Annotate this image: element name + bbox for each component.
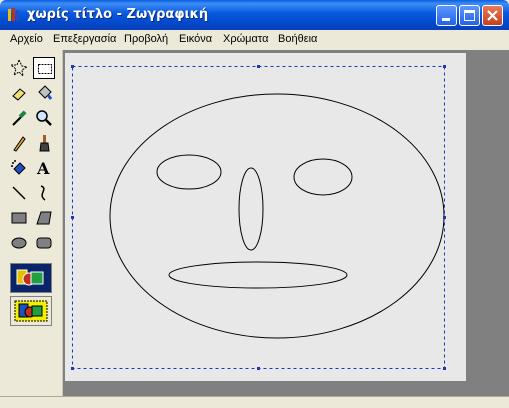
magnifier-tool[interactable] bbox=[33, 107, 55, 129]
fill-bucket-tool[interactable] bbox=[33, 82, 55, 104]
pick-color-icon bbox=[12, 110, 27, 126]
rectangle-icon bbox=[11, 212, 27, 224]
menu-view[interactable]: Προβολή bbox=[124, 33, 168, 45]
dashed-selection-rectangle[interactable] bbox=[65, 53, 466, 381]
opaque-fill-icon bbox=[14, 300, 48, 322]
rectangle-tool[interactable] bbox=[8, 207, 30, 229]
resize-handle-s bbox=[257, 367, 260, 370]
outline-fill-option[interactable] bbox=[10, 263, 52, 293]
fill-only-option[interactable] bbox=[10, 296, 52, 326]
ellipse-icon bbox=[11, 237, 27, 249]
title-bar[interactable]: χωρίς τίτλο - Ζωγραφική bbox=[0, 0, 509, 30]
rect-select-icon bbox=[38, 64, 52, 74]
polygon-icon bbox=[36, 211, 52, 225]
brush-icon bbox=[39, 135, 50, 152]
minimize-icon bbox=[442, 18, 450, 21]
text-tool[interactable]: A bbox=[33, 157, 55, 179]
svg-text:A: A bbox=[36, 159, 50, 177]
resize-handle-w bbox=[71, 216, 74, 219]
airbrush-icon bbox=[11, 160, 26, 175]
window-title: χωρίς τίτλο - Ζωγραφική bbox=[27, 7, 209, 22]
pencil-tool[interactable] bbox=[8, 132, 30, 154]
minimize-button[interactable] bbox=[436, 5, 457, 26]
maximize-icon bbox=[464, 10, 475, 21]
paint-app-icon[interactable] bbox=[5, 7, 21, 23]
polygon-tool[interactable] bbox=[33, 207, 55, 229]
line-icon bbox=[12, 186, 26, 200]
rounded-rect-icon bbox=[36, 237, 52, 249]
curve-tool[interactable] bbox=[33, 182, 55, 204]
pick-color-tool[interactable] bbox=[8, 107, 30, 129]
ellipse-tool[interactable] bbox=[8, 232, 30, 254]
maximize-button[interactable] bbox=[459, 5, 480, 26]
close-icon bbox=[487, 10, 498, 21]
menu-edit[interactable]: Επεξεργασία bbox=[53, 33, 116, 45]
eraser-icon bbox=[12, 88, 26, 101]
menu-image[interactable]: Εικόνα bbox=[179, 33, 212, 45]
menu-help[interactable]: Βοήθεια bbox=[278, 33, 317, 45]
canvas-workspace[interactable] bbox=[63, 50, 509, 396]
rect-select-tool[interactable] bbox=[33, 57, 55, 79]
fill-bucket-icon bbox=[38, 85, 53, 100]
transparent-fill-icon bbox=[16, 269, 44, 286]
rounded-rect-tool[interactable] bbox=[33, 232, 55, 254]
resize-handle-e bbox=[443, 216, 446, 219]
curve-icon bbox=[40, 185, 46, 201]
menu-colors[interactable]: Χρώματα bbox=[223, 33, 268, 45]
resize-handle-sw bbox=[71, 367, 74, 370]
resize-handle-n bbox=[257, 65, 260, 68]
text-icon: A bbox=[36, 159, 50, 177]
menu-bar: Αρχείο Επεξεργασία Προβολή Εικόνα Χρώματ… bbox=[0, 30, 509, 50]
menu-file[interactable]: Αρχείο bbox=[10, 33, 43, 45]
resize-handle-ne bbox=[443, 65, 446, 68]
status-bar bbox=[0, 396, 509, 408]
eraser-tool[interactable] bbox=[8, 82, 30, 104]
magnifier-icon bbox=[36, 110, 52, 126]
drawing-canvas[interactable] bbox=[65, 53, 466, 381]
free-form-select-tool[interactable] bbox=[8, 57, 30, 79]
airbrush-tool[interactable] bbox=[8, 157, 30, 179]
line-tool[interactable] bbox=[8, 182, 30, 204]
resize-handle-nw bbox=[71, 65, 74, 68]
free-form-select-icon bbox=[10, 59, 28, 77]
pencil-icon bbox=[13, 136, 26, 152]
resize-handle-se bbox=[443, 367, 446, 370]
toolbox: A bbox=[0, 50, 63, 396]
paint-window: χωρίς τίτλο - Ζωγραφική Αρχείο Επεξεργασ… bbox=[0, 0, 509, 408]
close-button[interactable] bbox=[482, 5, 503, 26]
brush-tool[interactable] bbox=[33, 132, 55, 154]
